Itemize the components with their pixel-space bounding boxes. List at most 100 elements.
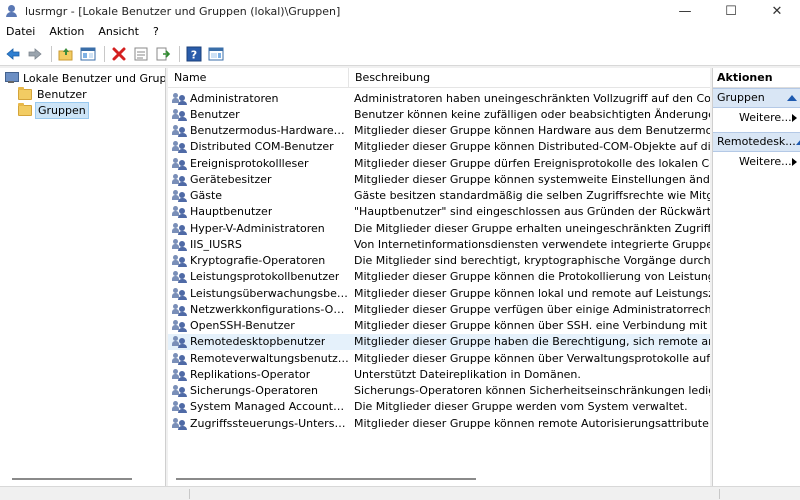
group-name: Netzwerkkonfigurations-Operato...: [190, 302, 349, 316]
group-description: Gäste besitzen standardmäßig die selben …: [354, 189, 710, 203]
column-header-name[interactable]: Name: [168, 68, 349, 88]
table-row[interactable]: Hauptbenutzer "Hauptbenutzer" sind einges…: [168, 204, 710, 220]
actions-section-label: Remotedesk...: [717, 135, 796, 148]
tree-item-label: Benutzer: [37, 87, 87, 101]
group-icon: [172, 384, 187, 398]
actions-section-gruppen[interactable]: Gruppen: [713, 88, 800, 108]
cell-name: Netzwerkkonfigurations-Operato...: [168, 303, 349, 316]
export-list-icon: [156, 47, 171, 60]
action-label: Weitere...: [739, 111, 792, 124]
table-row[interactable]: Sicherungs-Operatoren Sicherungs-Operator…: [168, 383, 710, 399]
up-button[interactable]: [56, 44, 76, 64]
menu-datei[interactable]: Datei: [0, 22, 42, 42]
tree-item-gruppen[interactable]: Gruppen: [18, 101, 89, 119]
menu-aktion[interactable]: Aktion: [42, 22, 91, 42]
cell-name: Remoteverwaltungsbenutzer: [168, 352, 349, 365]
table-row[interactable]: Zugriffssteuerungs-Unterstützun... Mitgli…: [168, 415, 710, 431]
action-label: Weitere...: [739, 155, 792, 168]
group-name: Benutzer: [190, 107, 240, 121]
group-name: Leistungsüberwachungsbenutzer: [190, 286, 349, 300]
action-weitere-gruppen[interactable]: Weitere...: [713, 108, 800, 128]
properties-icon: [134, 47, 148, 60]
menu-help[interactable]: ?: [146, 22, 166, 42]
table-row[interactable]: Leistungsüberwachungsbenutzer Mitglieder …: [168, 285, 710, 301]
group-name: Remoteverwaltungsbenutzer: [190, 351, 349, 365]
help-icon: ?: [186, 46, 202, 61]
group-name: Ereignisprotokollleser: [190, 156, 309, 170]
group-name: Administratoren: [190, 91, 279, 105]
cell-name: Leistungsprotokollbenutzer: [168, 270, 349, 284]
table-row[interactable]: Ereignisprotokollleser Mitglieder dieser …: [168, 155, 710, 171]
toolbar-separator: [104, 45, 105, 62]
table-row[interactable]: Kryptografie-Operatoren Die Mitglieder si…: [168, 253, 710, 269]
action-weitere-remotedesktop[interactable]: Weitere...: [713, 152, 800, 172]
group-description: Die Mitglieder dieser Gruppe erhalten un…: [354, 221, 710, 235]
group-icon: [172, 319, 187, 333]
maximize-button[interactable]: ☐: [708, 0, 754, 22]
group-description: Die Mitglieder sind berechtigt, kryptogr…: [354, 254, 710, 268]
column-header-description[interactable]: Beschreibung: [349, 68, 710, 88]
tree-item-label: Gruppen: [35, 101, 89, 119]
properties-button[interactable]: [131, 44, 151, 64]
table-row[interactable]: Replikations-Operator Unterstützt Dateire…: [168, 366, 710, 382]
back-arrow-icon: [6, 47, 20, 60]
group-description: Die Mitglieder dieser Gruppe werden vom …: [354, 400, 688, 414]
cell-name: Benutzer: [168, 108, 349, 121]
back-button[interactable]: [3, 44, 23, 64]
table-row[interactable]: Gerätebesitzer Mitglieder dieser Gruppe k…: [168, 171, 710, 187]
help-button[interactable]: ?: [184, 44, 204, 64]
group-description: Mitglieder dieser Gruppe können über Ver…: [354, 351, 710, 365]
table-row[interactable]: Benutzermodus-Hardwareoperat... Mitgliede…: [168, 123, 710, 139]
tree-horizontal-scrollbar[interactable]: [12, 478, 132, 480]
table-row[interactable]: Leistungsprotokollbenutzer Mitglieder die…: [168, 269, 710, 285]
table-row[interactable]: Administratoren Administratoren haben une…: [168, 90, 710, 106]
table-row[interactable]: Benutzer Benutzer können keine zufälligen…: [168, 106, 710, 122]
minimize-button[interactable]: —: [662, 0, 708, 22]
group-name: Hauptbenutzer: [190, 205, 273, 219]
tree-item-root[interactable]: Lokale Benutzer und Gruppen (lokal): [4, 70, 166, 86]
group-icon: [172, 303, 187, 316]
toolbar: ?: [0, 42, 800, 66]
group-name: Zugriffssteuerungs-Unterstützun...: [190, 416, 349, 430]
cell-name: Hyper-V-Administratoren: [168, 222, 349, 235]
group-description: Administratoren haben uneingeschränkten …: [354, 91, 710, 105]
actions-section-remotedesktop[interactable]: Remotedesk...: [713, 132, 800, 152]
table-row[interactable]: Hyper-V-Administratoren Die Mitglieder di…: [168, 220, 710, 236]
table-row[interactable]: Distributed COM-Benutzer Mitglieder diese…: [168, 139, 710, 155]
group-name: Benutzermodus-Hardwareoperat...: [190, 124, 349, 138]
show-hide-tree-icon: [80, 47, 96, 60]
table-row[interactable]: Remoteverwaltungsbenutzer Mitglieder dies…: [168, 350, 710, 366]
export-list-button[interactable]: [153, 44, 173, 64]
svg-text:?: ?: [191, 48, 197, 61]
table-row[interactable]: System Managed Accounts Group Die Mitglie…: [168, 399, 710, 415]
group-name: Distributed COM-Benutzer: [190, 140, 334, 154]
delete-icon: [112, 47, 126, 60]
table-row[interactable]: Gäste Gäste besitzen standardmäßig die se…: [168, 188, 710, 204]
group-description: Mitglieder dieser Gruppe können remote A…: [354, 416, 710, 430]
menu-ansicht[interactable]: Ansicht: [91, 22, 146, 42]
group-rows: Administratoren Administratoren haben une…: [168, 90, 710, 431]
delete-button[interactable]: [109, 44, 129, 64]
cell-name: Distributed COM-Benutzer: [168, 140, 349, 154]
list-horizontal-scrollbar[interactable]: [176, 478, 476, 480]
show-hide-tree-button[interactable]: [78, 44, 98, 64]
actions-title: Aktionen: [713, 68, 800, 88]
cell-name: Ereignisprotokollleser: [168, 157, 349, 170]
status-bar: [0, 486, 800, 500]
tree-pane: Lokale Benutzer und Gruppen (lokal) Benu…: [0, 68, 166, 486]
tree-item-benutzer[interactable]: Benutzer: [18, 86, 89, 102]
group-description: Mitglieder dieser Gruppe können Hardware…: [354, 124, 710, 138]
table-row[interactable]: OpenSSH-Benutzer Mitglieder dieser Gruppe…: [168, 318, 710, 334]
group-name: Remotedesktopbenutzer: [190, 335, 326, 349]
group-icon: [172, 157, 187, 170]
cell-name: Leistungsüberwachungsbenutzer: [168, 287, 349, 300]
cell-name: Kryptografie-Operatoren: [168, 254, 349, 268]
forward-button[interactable]: [25, 44, 45, 64]
tree-item-label: Lokale Benutzer und Gruppen (lokal): [23, 71, 166, 85]
table-row[interactable]: Netzwerkkonfigurations-Operato... Mitglie…: [168, 301, 710, 317]
close-button[interactable]: ✕: [754, 0, 800, 22]
table-row[interactable]: IIS_IUSRS Von Internetinformationsdienste…: [168, 236, 710, 252]
folder-icon: [18, 86, 32, 100]
table-row[interactable]: Remotedesktopbenutzer Mitglieder dieser G…: [168, 333, 710, 350]
show-hide-action-pane-button[interactable]: [206, 44, 226, 64]
